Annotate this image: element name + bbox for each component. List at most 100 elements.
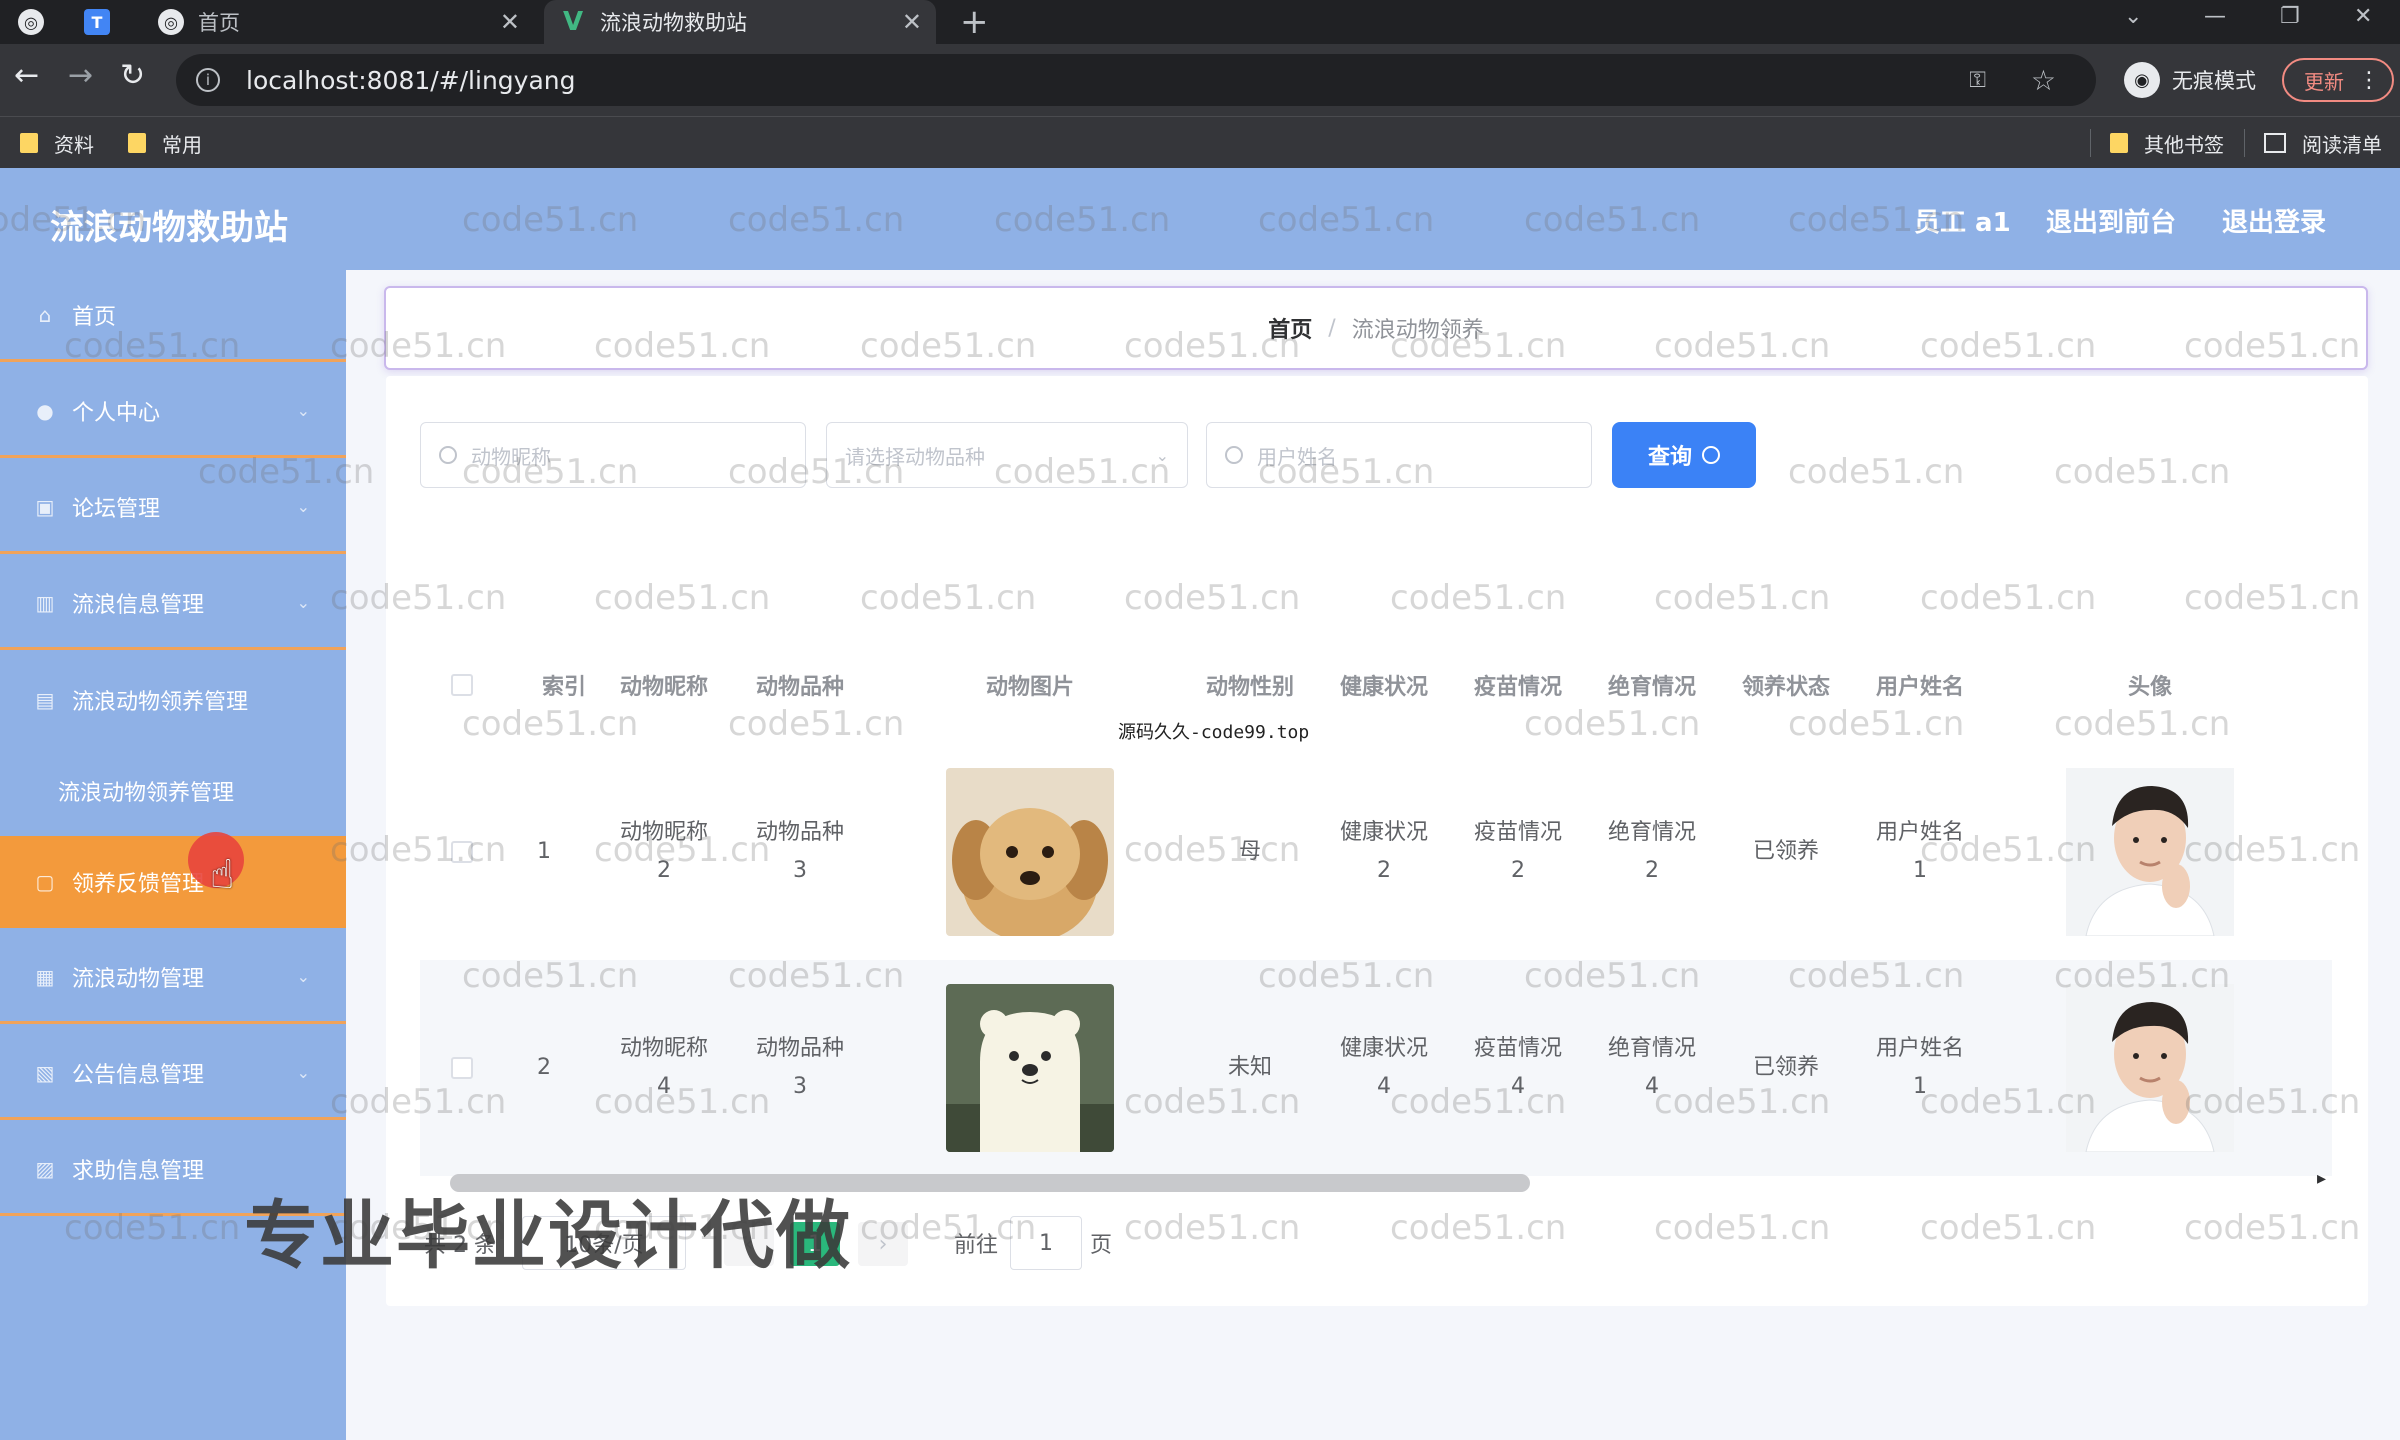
bookmark-folder[interactable]: 常用: [128, 117, 202, 169]
key-icon[interactable]: ⚿: [1969, 68, 1986, 93]
sidebar-item-adoption[interactable]: ▤ 流浪动物领养管理: [0, 654, 346, 746]
column-header: 健康状况: [1339, 675, 1428, 700]
bookmarks-bar: 资料 常用 其他书签 阅读清单: [0, 116, 2400, 168]
update-button[interactable]: 更新 ⋮: [2282, 58, 2394, 102]
reload-icon[interactable]: ↻: [120, 58, 145, 93]
cell-health: 健康状况 2: [1339, 820, 1428, 883]
avatar[interactable]: [2066, 984, 2234, 1152]
username-search-input[interactable]: 用户姓名: [1206, 422, 1592, 488]
bookmark-label: 阅读清单: [2302, 132, 2382, 157]
sidebar-item-animals[interactable]: ▦ 流浪动物管理 ⌄: [0, 932, 346, 1024]
next-page-icon[interactable]: ›: [858, 1222, 908, 1266]
query-button[interactable]: 查询: [1612, 422, 1756, 488]
breadcrumb-separator: /: [1328, 315, 1336, 341]
row-checkbox[interactable]: [451, 1057, 473, 1079]
current-user: 员工 a1: [1914, 208, 2011, 238]
cell-image: [940, 744, 1120, 960]
sidebar-item-stray-info[interactable]: ▥ 流浪信息管理 ⌄: [0, 558, 346, 650]
browser-toolbar: ← → ↻ i localhost:8081/#/lingyang ⚿ ☆ ◉ …: [0, 44, 2400, 116]
feedback-icon: ▢: [35, 870, 55, 894]
cell-breed: 动物品种 3: [755, 1036, 844, 1099]
update-label: 更新: [2304, 69, 2344, 94]
sidebar-item-feedback[interactable]: ▢ 领养反馈管理: [0, 836, 346, 928]
app-header: 流浪动物救助站 员工 a1 退出到前台 退出登录: [0, 168, 2400, 270]
cell-username: 用户姓名 1: [1875, 1036, 1964, 1099]
address-bar[interactable]: i localhost:8081/#/lingyang ⚿ ☆: [176, 54, 2096, 106]
bookmark-label: 资料: [54, 132, 94, 157]
info-icon[interactable]: i: [196, 68, 220, 92]
table-row[interactable]: 2 动物昵称 4 动物品种 3 未知 健康状况 4 疫苗情况 4 绝育情况 4 …: [420, 960, 2332, 1176]
back-to-frontend-link[interactable]: 退出到前台: [2046, 202, 2176, 239]
submenu-item-adoption[interactable]: 流浪动物领养管理: [0, 756, 346, 826]
folder-icon: [20, 133, 38, 153]
sidebar-item-label: 流浪动物领养管理: [72, 690, 249, 715]
new-tab-icon[interactable]: +: [960, 2, 989, 42]
star-icon[interactable]: ☆: [2031, 64, 2056, 97]
column-header: 动物品种: [755, 675, 844, 700]
incognito-icon: ◉: [2124, 62, 2160, 98]
breadcrumb-home[interactable]: 首页: [1268, 312, 1312, 344]
incognito-label: 无痕模式: [2172, 69, 2256, 93]
tab-search-icon[interactable]: ⌄: [2124, 4, 2142, 29]
restore-icon[interactable]: ❐: [2280, 4, 2300, 29]
minimize-icon[interactable]: —: [2204, 4, 2226, 29]
column-header: 头像: [2127, 675, 2172, 700]
window-close-icon[interactable]: ✕: [2354, 4, 2372, 29]
sidebar-item-home[interactable]: ⌂ 首页: [0, 270, 346, 362]
forward-icon[interactable]: →: [68, 58, 93, 93]
avatar[interactable]: [2066, 768, 2234, 936]
submenu-item-label: 流浪动物领养管理: [58, 781, 235, 806]
query-label: 查询: [1647, 445, 1692, 470]
pet-icon: ▤: [35, 688, 55, 712]
header-checkbox-cell[interactable]: [420, 640, 504, 730]
bear-image[interactable]: [946, 984, 1114, 1152]
cell-vaccine: 疫苗情况 4: [1473, 1036, 1562, 1099]
table-row[interactable]: 1 动物昵称 2 动物品种 3 母 健康状况 2 疫苗情况 2 绝育情况 2 已…: [420, 744, 2332, 960]
logout-link[interactable]: 退出登录: [2222, 202, 2326, 239]
tab-active[interactable]: V 流浪动物救助站 ✕: [544, 0, 936, 44]
column-header: 用户姓名: [1875, 675, 1964, 700]
chevron-down-icon: ⌄: [296, 497, 310, 516]
other-bookmarks[interactable]: 其他书签: [2110, 117, 2224, 169]
close-icon[interactable]: ✕: [902, 8, 922, 36]
select-placeholder: 请选择动物品种: [845, 444, 985, 469]
close-icon[interactable]: ✕: [500, 8, 520, 36]
tab-pinned-2[interactable]: T: [84, 0, 144, 44]
reading-list[interactable]: 阅读清单: [2264, 117, 2382, 169]
column-header: 绝育情况: [1607, 675, 1696, 700]
sidebar-item-forum[interactable]: ▣ 论坛管理 ⌄: [0, 462, 346, 554]
bookmark-folder[interactable]: 资料: [20, 117, 94, 169]
help-icon: ▨: [35, 1156, 55, 1181]
home-icon: ⌂: [38, 302, 52, 327]
sidebar-item-label: 公告信息管理: [72, 1062, 205, 1088]
sidebar-item-label: 论坛管理: [72, 496, 161, 522]
goto-page-input[interactable]: 1: [1010, 1216, 1082, 1270]
puppy-image[interactable]: [946, 768, 1114, 936]
column-header: 动物图片: [985, 675, 1074, 700]
back-icon[interactable]: ←: [14, 58, 39, 93]
incognito-indicator[interactable]: ◉ 无痕模式: [2124, 60, 2256, 100]
row-checkbox[interactable]: [451, 841, 473, 863]
bookmark-label: 常用: [162, 132, 202, 157]
bookmark-divider: [2090, 129, 2091, 157]
notice-icon: ▧: [35, 1060, 55, 1085]
breed-select[interactable]: 请选择动物品种 ⌄: [826, 422, 1188, 488]
bookmark-label: 其他书签: [2144, 132, 2224, 157]
tab-pinned-1[interactable]: ◎: [18, 0, 78, 44]
row-checkbox-cell[interactable]: [420, 744, 504, 960]
sidebar-item-profile[interactable]: ● 个人中心 ⌄: [0, 366, 346, 458]
column-header: 领养状态: [1741, 675, 1830, 700]
sidebar-item-notices[interactable]: ▧ 公告信息管理 ⌄: [0, 1028, 346, 1120]
tab-label: 流浪动物救助站: [600, 11, 747, 35]
cell-avatar: [2066, 960, 2234, 1176]
search-icon: [1702, 446, 1720, 464]
breadcrumb-current: 流浪动物领养: [1351, 318, 1484, 343]
cell-image: [940, 960, 1120, 1176]
row-checkbox-cell[interactable]: [420, 960, 504, 1176]
sidebar-item-label: 流浪信息管理: [72, 592, 205, 618]
tab-home[interactable]: ◎ 首页 ✕: [150, 0, 534, 44]
goto-prefix: 前往: [954, 1233, 999, 1258]
nickname-search-input[interactable]: 动物昵称: [420, 422, 806, 488]
scroll-right-icon[interactable]: ▸: [2317, 1168, 2326, 1189]
select-all-checkbox[interactable]: [451, 674, 473, 696]
